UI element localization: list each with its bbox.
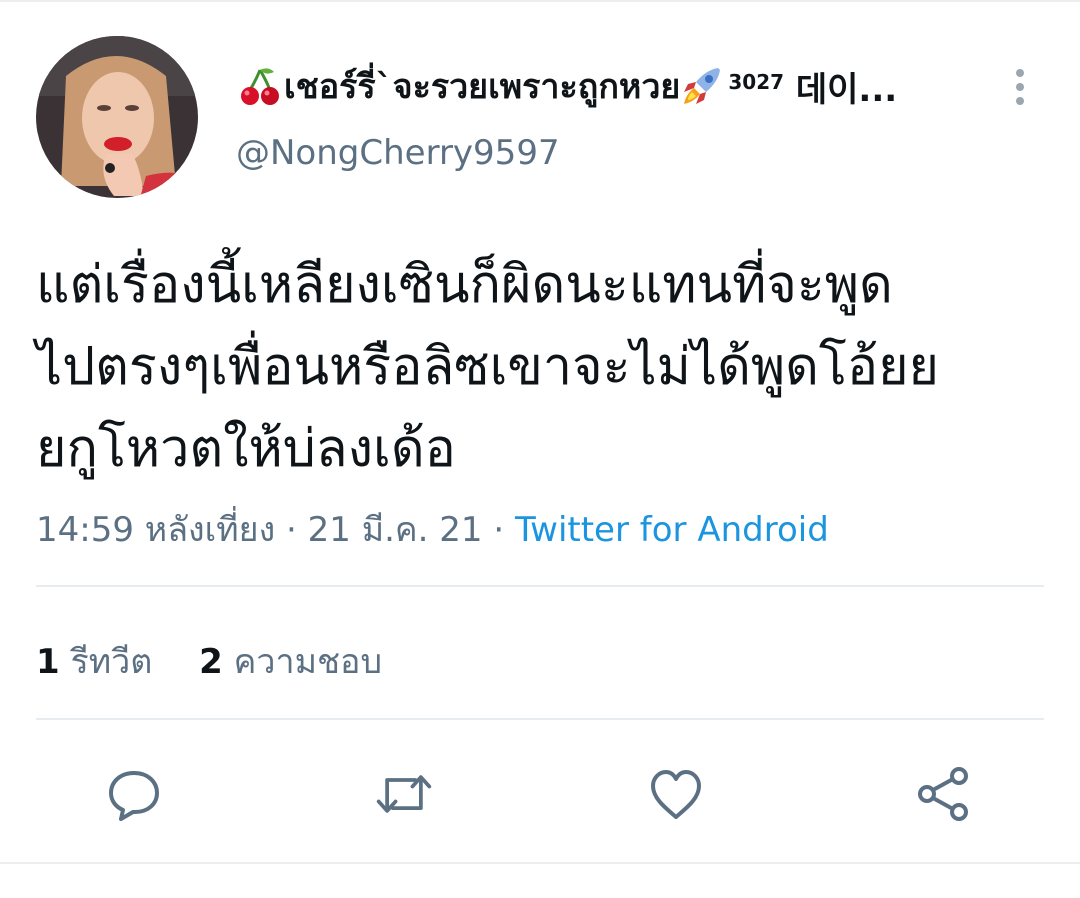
tweet-source-link[interactable]: Twitter for Android (515, 510, 829, 550)
author-handle[interactable]: @NongCherry9597 (236, 133, 560, 173)
more-options-icon[interactable] (1002, 62, 1038, 112)
likes-label: ความชอบ (233, 642, 383, 682)
tweet-date[interactable]: 21 มี.ค. 21 (308, 510, 483, 550)
meta-separator: · (286, 510, 297, 550)
bottom-border (0, 862, 1080, 864)
top-border (0, 0, 1080, 2)
tweet-text: แต่เรื่องนี้เหลียงเซินก็ผิดนะแทนที่จะพูด… (36, 244, 1046, 490)
divider (36, 585, 1044, 587)
name-suffix-text: 데이... (795, 69, 898, 110)
like-icon[interactable] (646, 764, 706, 824)
author-name-suffix: 3027 데이... (728, 62, 897, 111)
meta-separator: · (493, 510, 505, 550)
reply-icon[interactable] (104, 764, 164, 824)
likes-count: 2 (199, 642, 223, 682)
retweets-stat[interactable]: 1 รีทวีต (36, 642, 163, 682)
retweets-label: รีทวีต (70, 642, 153, 682)
avatar[interactable] (36, 36, 198, 198)
divider (36, 718, 1044, 720)
tweet-text-line: ยกูโหวตให้บ่ลงเด้อ (36, 419, 456, 479)
tweet-stats: 1 รีทวีต 2 ความชอบ (36, 634, 418, 688)
author-name-row[interactable]: เชอร์รี่`จะรวยเพราะถูกหวย 3027 데이... (238, 56, 978, 116)
tweet-text-line: ไปตรงๆเพื่อนหรือลิซเขาจะไม่ได้พูดโอ้ยย (36, 337, 940, 397)
retweet-icon[interactable] (374, 764, 434, 824)
retweets-count: 1 (36, 642, 60, 682)
tweet-meta: 14:59 หลังเที่ยง · 21 มี.ค. 21 · Twitter… (36, 502, 829, 556)
author-display-name: เชอร์รี่`จะรวยเพราะถูกหวย (284, 67, 681, 107)
likes-stat[interactable]: 2 ความชอบ (199, 642, 382, 682)
cherry-emoji-icon (241, 68, 279, 105)
rocket-emoji-icon (684, 68, 721, 104)
tweet-time[interactable]: 14:59 หลังเที่ยง (36, 510, 275, 550)
name-suffix-number: 3027 (728, 69, 785, 94)
avatar-image (36, 36, 198, 198)
share-icon[interactable] (914, 764, 974, 824)
tweet-text-line: แต่เรื่องนี้เหลียงเซินก็ผิดนะแทนที่จะพูด (36, 255, 893, 315)
